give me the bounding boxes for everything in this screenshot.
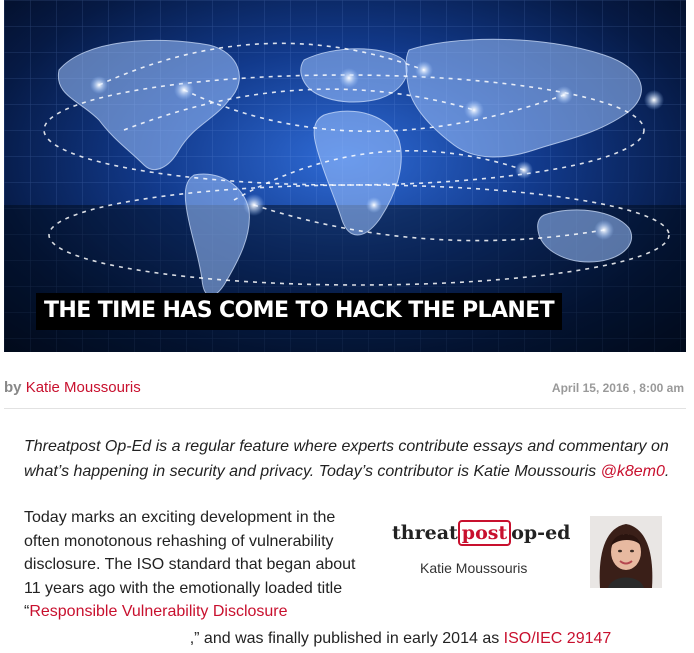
byline: by Katie Moussouris April 15, 2016 , 8:0…: [4, 379, 686, 396]
paragraph-text-2: ,” and was finally published in early 20…: [189, 630, 504, 647]
oped-logo-card: threat post op-ed Katie Moussouris: [390, 516, 670, 592]
byline-prefix: by: [4, 379, 22, 396]
intro-text: Threatpost Op-Ed is a regular feature wh…: [24, 438, 669, 480]
responsible-disclosure-link[interactable]: Responsible Vulnerability Disclosure: [29, 603, 287, 620]
article-paragraph-continued: Vulnerability Disclosure,” and was final…: [24, 627, 684, 651]
logo-post: post: [457, 520, 512, 546]
logo-oped: op-ed: [511, 522, 571, 544]
iso-standard-link[interactable]: ISO/IEC 29147: [504, 630, 612, 647]
logo-author-name: Katie Moussouris: [420, 560, 528, 576]
hero-headline: THE TIME HAS COME TO HACK THE PLANET: [36, 293, 563, 330]
intro-end: .: [664, 463, 670, 480]
intro-paragraph: Threatpost Op-Ed is a regular feature wh…: [24, 434, 672, 484]
logo-threat: threat: [392, 522, 458, 544]
divider: [4, 408, 686, 409]
twitter-handle-link[interactable]: @k8em0: [601, 463, 665, 480]
threatpost-oped-logo: threat post op-ed: [392, 520, 571, 546]
publish-date: April 15, 2016 , 8:00 am: [551, 381, 684, 395]
author-avatar: [590, 516, 662, 588]
author-link[interactable]: Katie Moussouris: [26, 379, 141, 396]
article-paragraph: Today marks an exciting development in t…: [24, 506, 368, 624]
hero-image: THE TIME HAS COME TO HACK THE PLANET: [4, 0, 686, 352]
